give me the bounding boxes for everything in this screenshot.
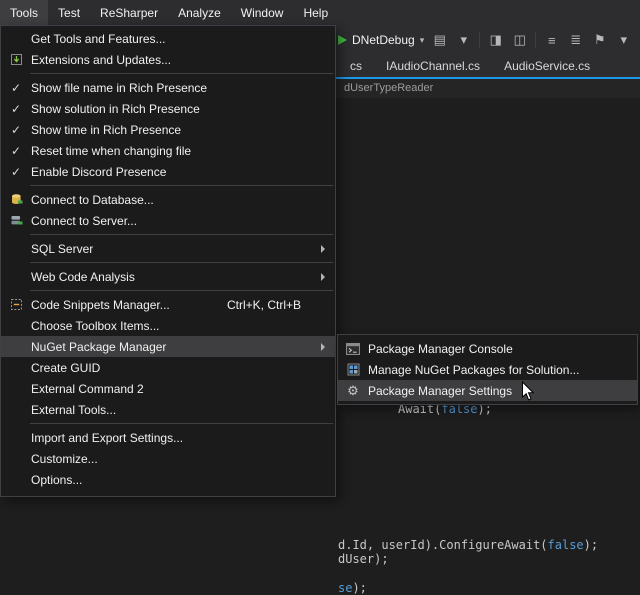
tab-audioservice[interactable]: AudioService.cs bbox=[492, 55, 602, 77]
code-line: dUser); bbox=[338, 552, 389, 566]
submenu-arrow-icon bbox=[321, 245, 325, 253]
menu-item-label: Enable Discord Presence bbox=[31, 165, 166, 179]
chevron-down-icon[interactable]: ▾ bbox=[615, 32, 632, 48]
menubar-item-help[interactable]: Help bbox=[293, 0, 338, 25]
menu-item-label: Show time in Rich Presence bbox=[31, 123, 181, 137]
menu-item-choose-toolbox-items[interactable]: Choose Toolbox Items... bbox=[1, 315, 335, 336]
line-indent-icon[interactable]: ≡ bbox=[543, 33, 560, 48]
menu-item-connect-to-server[interactable]: Connect to Server... bbox=[1, 210, 335, 231]
line-outdent-icon[interactable]: ≣ bbox=[567, 32, 584, 48]
menu-item-label: Choose Toolbox Items... bbox=[31, 319, 160, 333]
menu-item-external-tools[interactable]: External Tools... bbox=[1, 399, 335, 420]
menu-item-label: Extensions and Updates... bbox=[31, 53, 171, 67]
bookmark-icon[interactable]: ⚑ bbox=[591, 32, 608, 48]
code-line: se); bbox=[338, 581, 367, 595]
tools-menu: Get Tools and Features... Extensions and… bbox=[0, 25, 336, 497]
menu-item-reset-time-when-changing-file[interactable]: ✓ Reset time when changing file bbox=[1, 140, 335, 161]
menu-item-label: Reset time when changing file bbox=[31, 144, 191, 158]
submenu-arrow-icon bbox=[321, 273, 325, 281]
play-icon bbox=[338, 35, 347, 45]
snippets-icon bbox=[1, 298, 31, 311]
chevron-down-icon[interactable]: ▾ bbox=[455, 32, 472, 48]
menu-item-label: SQL Server bbox=[31, 242, 93, 256]
menu-item-show-time-rich-presence[interactable]: ✓ Show time in Rich Presence bbox=[1, 119, 335, 140]
menu-separator bbox=[30, 234, 333, 235]
menu-item-label: Show file name in Rich Presence bbox=[31, 81, 207, 95]
code-line: d.Id, userId).ConfigureAwait(false); bbox=[338, 538, 598, 552]
menu-item-label: Connect to Server... bbox=[31, 214, 137, 228]
checkmark-icon: ✓ bbox=[1, 123, 31, 137]
menu-item-customize[interactable]: Customize... bbox=[1, 448, 335, 469]
menu-separator bbox=[30, 423, 333, 424]
menu-item-label: Import and Export Settings... bbox=[31, 431, 183, 445]
console-icon bbox=[338, 343, 368, 355]
menu-item-import-export-settings[interactable]: Import and Export Settings... bbox=[1, 427, 335, 448]
checkmark-icon: ✓ bbox=[1, 102, 31, 116]
menu-item-connect-to-database[interactable]: Connect to Database... bbox=[1, 189, 335, 210]
menu-item-get-tools-and-features[interactable]: Get Tools and Features... bbox=[1, 28, 335, 49]
menu-item-enable-discord-presence[interactable]: ✓ Enable Discord Presence bbox=[1, 161, 335, 182]
database-icon bbox=[1, 193, 31, 206]
save-all-icon[interactable]: ◨ bbox=[487, 32, 504, 48]
checkmark-icon: ✓ bbox=[1, 144, 31, 158]
manage-packages-icon bbox=[338, 363, 368, 376]
menu-item-label: Package Manager Settings bbox=[368, 384, 512, 398]
menu-item-label: External Command 2 bbox=[31, 382, 144, 396]
menu-item-label: Connect to Database... bbox=[31, 193, 154, 207]
submenu-item-package-manager-settings[interactable]: ⚙ Package Manager Settings bbox=[338, 380, 637, 401]
menu-item-label: Get Tools and Features... bbox=[31, 32, 166, 46]
nuget-package-manager-submenu: Package Manager Console Manage NuGet Pac… bbox=[337, 334, 638, 405]
menu-item-label: Code Snippets Manager... bbox=[31, 298, 170, 312]
menu-separator bbox=[30, 290, 333, 291]
menu-item-label: Create GUID bbox=[31, 361, 100, 375]
menu-item-web-code-analysis[interactable]: Web Code Analysis bbox=[1, 266, 335, 287]
tab-partial[interactable]: cs bbox=[338, 55, 374, 77]
menu-item-label: Package Manager Console bbox=[368, 342, 513, 356]
menu-item-label: Customize... bbox=[31, 452, 98, 466]
menu-item-label: NuGet Package Manager bbox=[31, 340, 166, 354]
menu-item-show-solution-rich-presence[interactable]: ✓ Show solution in Rich Presence bbox=[1, 98, 335, 119]
gear-icon: ⚙ bbox=[338, 383, 368, 399]
find-symbol-icon[interactable]: ▤ bbox=[431, 32, 448, 48]
preview-window-icon[interactable]: ◫ bbox=[511, 32, 528, 48]
menu-separator bbox=[30, 73, 333, 74]
extensions-icon bbox=[1, 53, 31, 66]
menu-item-nuget-package-manager[interactable]: NuGet Package Manager bbox=[1, 336, 335, 357]
menu-item-external-command-2[interactable]: External Command 2 bbox=[1, 378, 335, 399]
menubar-item-window[interactable]: Window bbox=[231, 0, 294, 25]
checkmark-icon: ✓ bbox=[1, 165, 31, 179]
menu-item-show-file-name-rich-presence[interactable]: ✓ Show file name in Rich Presence bbox=[1, 77, 335, 98]
menu-item-create-guid[interactable]: Create GUID bbox=[1, 357, 335, 378]
toolbar-separator bbox=[479, 32, 480, 48]
menubar-item-resharper[interactable]: ReSharper bbox=[90, 0, 168, 25]
menu-item-label: External Tools... bbox=[31, 403, 116, 417]
submenu-arrow-icon bbox=[321, 343, 325, 351]
menubar-item-tools[interactable]: Tools bbox=[0, 0, 48, 25]
run-config-label: DNetDebug bbox=[352, 33, 415, 47]
menu-item-label: Manage NuGet Packages for Solution... bbox=[368, 363, 579, 377]
menubar-item-test[interactable]: Test bbox=[48, 0, 90, 25]
menu-separator bbox=[30, 262, 333, 263]
menu-item-shortcut: Ctrl+K, Ctrl+B bbox=[227, 298, 335, 312]
menubar-item-analyze[interactable]: Analyze bbox=[168, 0, 231, 25]
start-debugging-button[interactable]: DNetDebug ▾ bbox=[338, 33, 424, 47]
submenu-item-package-manager-console[interactable]: Package Manager Console bbox=[338, 338, 637, 359]
menu-item-options[interactable]: Options... bbox=[1, 469, 335, 490]
menu-item-label: Options... bbox=[31, 473, 82, 487]
checkmark-icon: ✓ bbox=[1, 81, 31, 95]
menu-item-label: Web Code Analysis bbox=[31, 270, 135, 284]
menu-item-code-snippets-manager[interactable]: Code Snippets Manager... Ctrl+K, Ctrl+B bbox=[1, 294, 335, 315]
server-icon bbox=[1, 214, 31, 227]
menu-bar: Tools Test ReSharper Analyze Window Help bbox=[0, 0, 640, 25]
menu-item-sql-server[interactable]: SQL Server bbox=[1, 238, 335, 259]
menu-item-extensions-and-updates[interactable]: Extensions and Updates... bbox=[1, 49, 335, 70]
tab-iaudiochannel[interactable]: IAudioChannel.cs bbox=[374, 55, 492, 77]
chevron-down-icon[interactable]: ▾ bbox=[420, 35, 425, 46]
toolbar-separator bbox=[535, 32, 536, 48]
submenu-item-manage-nuget-packages-solution[interactable]: Manage NuGet Packages for Solution... bbox=[338, 359, 637, 380]
menu-item-label: Show solution in Rich Presence bbox=[31, 102, 200, 116]
menu-separator bbox=[30, 185, 333, 186]
